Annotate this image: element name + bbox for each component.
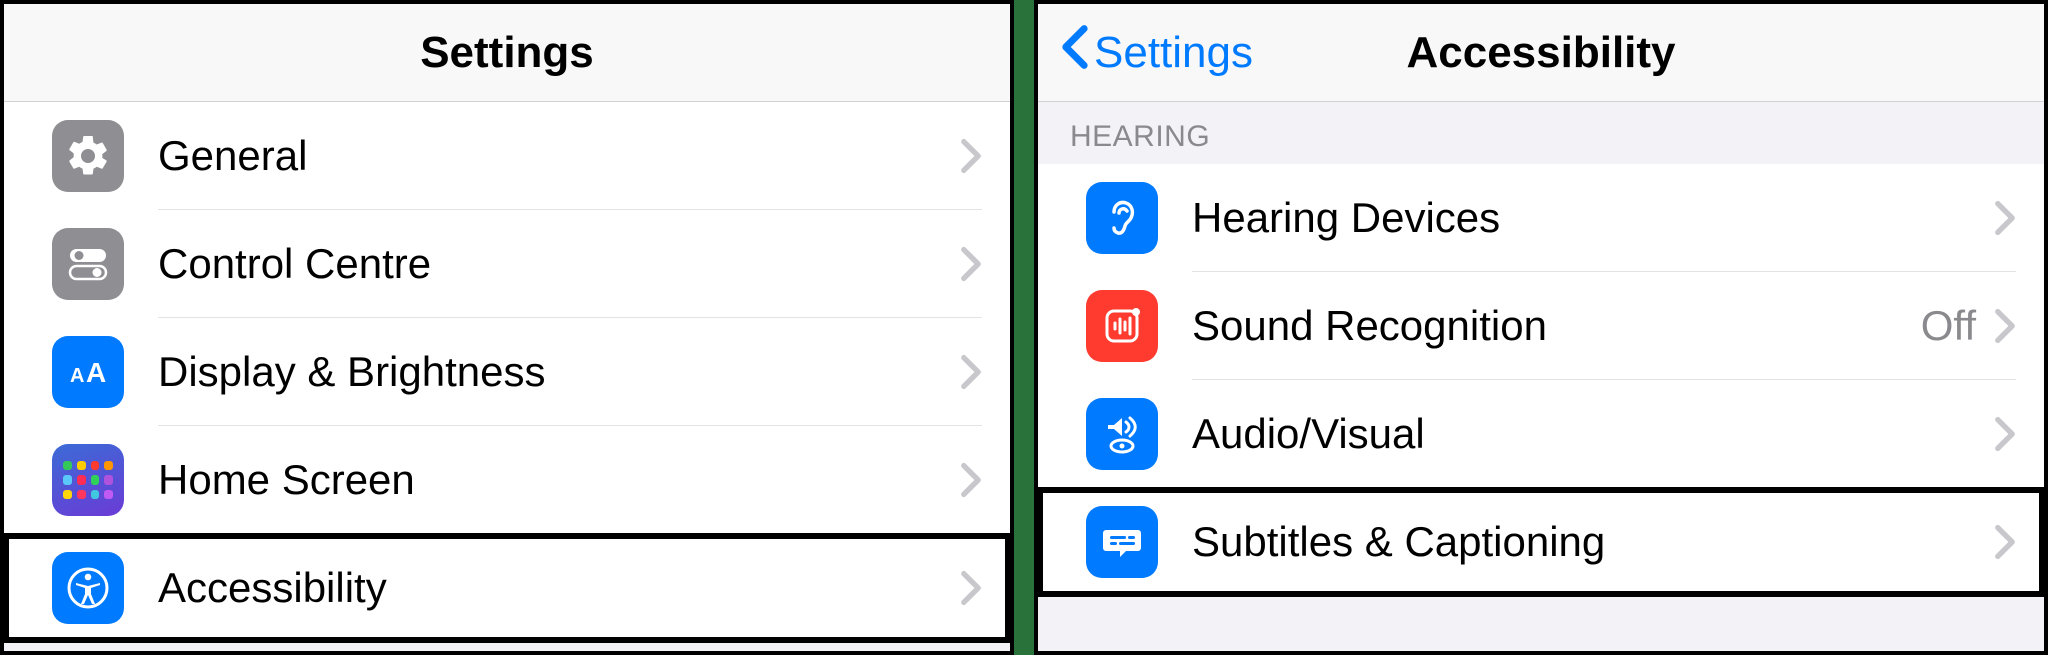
row-label: Hearing Devices — [1192, 194, 1994, 242]
row-label: Display & Brightness — [158, 348, 960, 396]
audio-visual-icon — [1086, 398, 1158, 470]
back-button[interactable]: Settings — [1060, 24, 1253, 81]
settings-panel: Settings General — [0, 0, 1014, 655]
row-label: Sound Recognition — [1192, 302, 1921, 350]
accessibility-title: Accessibility — [1406, 28, 1675, 78]
sound-recognition-icon — [1086, 290, 1158, 362]
chevron-left-icon — [1060, 24, 1090, 81]
row-label: Accessibility — [158, 564, 960, 612]
row-sound-recognition[interactable]: Sound Recognition Off — [1038, 272, 2044, 380]
row-accessibility[interactable]: Accessibility — [4, 534, 1010, 642]
panel-divider — [1014, 0, 1034, 655]
svg-text:A: A — [86, 357, 106, 388]
control-centre-icon — [52, 228, 124, 300]
chevron-right-icon — [1994, 308, 2016, 344]
row-general[interactable]: General — [4, 102, 1010, 210]
display-brightness-icon: A A — [52, 336, 124, 408]
row-display-brightness[interactable]: A A Display & Brightness — [4, 318, 1010, 426]
chevron-right-icon — [960, 354, 982, 390]
settings-header: Settings — [4, 4, 1010, 102]
section-header-hearing: HEARING — [1038, 102, 2044, 164]
row-value: Off — [1921, 302, 1976, 350]
home-screen-icon — [52, 444, 124, 516]
subtitles-icon — [1086, 506, 1158, 578]
gear-icon — [52, 120, 124, 192]
svg-text:A: A — [70, 365, 84, 387]
settings-title: Settings — [420, 28, 594, 78]
row-control-centre[interactable]: Control Centre — [4, 210, 1010, 318]
ear-icon — [1086, 182, 1158, 254]
chevron-right-icon — [1994, 416, 2016, 452]
accessibility-panel: Settings Accessibility HEARING Hearing D… — [1034, 0, 2048, 655]
settings-list: General Control Centre — [4, 102, 1010, 642]
row-label: Home Screen — [158, 456, 960, 504]
row-subtitles-captioning[interactable]: Subtitles & Captioning — [1038, 488, 2044, 596]
chevron-right-icon — [960, 246, 982, 282]
row-hearing-devices[interactable]: Hearing Devices — [1038, 164, 2044, 272]
row-label: General — [158, 132, 960, 180]
row-label: Audio/Visual — [1192, 410, 1994, 458]
chevron-right-icon — [960, 462, 982, 498]
chevron-right-icon — [960, 138, 982, 174]
row-label: Subtitles & Captioning — [1192, 518, 1994, 566]
accessibility-list: Hearing Devices Sound Recognition — [1038, 164, 2044, 596]
back-label: Settings — [1094, 28, 1253, 78]
chevron-right-icon — [1994, 200, 2016, 236]
chevron-right-icon — [1994, 524, 2016, 560]
accessibility-header: Settings Accessibility — [1038, 4, 2044, 102]
row-home-screen[interactable]: Home Screen — [4, 426, 1010, 534]
row-label: Control Centre — [158, 240, 960, 288]
chevron-right-icon — [960, 570, 982, 606]
row-audio-visual[interactable]: Audio/Visual — [1038, 380, 2044, 488]
accessibility-icon — [52, 552, 124, 624]
